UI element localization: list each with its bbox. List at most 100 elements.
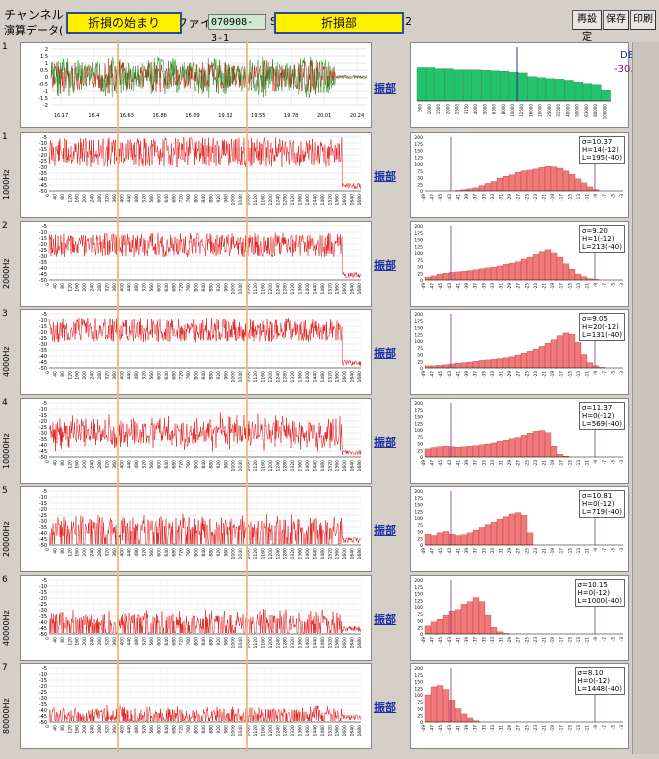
x-tick-label: 1040 (238, 637, 244, 649)
x-tick-label: 1640 (350, 283, 356, 295)
band-link[interactable]: 振部 (374, 522, 396, 538)
hist-x-tick-label: -17 (559, 371, 564, 378)
x-tick-label: 320 (104, 725, 110, 734)
hist-x-tick-label: -35 (481, 283, 486, 290)
x-tick-label: 960 (223, 194, 229, 203)
x-tick-label: 760 (186, 548, 192, 557)
histogram-bar (448, 363, 456, 369)
x-tick-label: 1640 (350, 371, 356, 383)
spectrum-bar (490, 70, 500, 102)
x-tick-label: 720 (179, 194, 185, 203)
hist-x-tick-label: -47 (430, 371, 435, 378)
band-link[interactable]: 振部 (374, 611, 396, 627)
band-number: 2 (2, 221, 18, 233)
resetup-button[interactable]: 再設定 (572, 10, 602, 43)
x-tick-label: 1400 (305, 637, 311, 649)
x-tick-label: 1680 (357, 548, 363, 560)
x-tick-label: 880 (208, 548, 214, 557)
band-frequency-label: 80000Hz (2, 698, 11, 734)
hist-x-tick-label: -3 (619, 283, 624, 288)
x-tick-label: 1040 (238, 194, 244, 206)
x-tick-label: 200 (82, 637, 88, 646)
x-tick-label: 1440 (312, 725, 318, 737)
hist-x-tick-label: -39 (464, 371, 469, 378)
band-stats-box: σ=10.81 H=0(-12) L=719(-40) (578, 490, 625, 518)
print-button[interactable]: 印刷 (630, 10, 656, 30)
x-tick-label: 280 (97, 548, 103, 557)
band-link[interactable]: 振部 (374, 699, 396, 715)
file-name-field[interactable]: 070908-3-1 (208, 14, 266, 44)
histogram-bar (424, 277, 432, 281)
hist-x-tick-label: -43 (447, 637, 452, 644)
x-tick-label: 1280 (283, 194, 289, 206)
hist-x-tick-label: -47 (430, 548, 435, 555)
hist-y-tick-label: 150 (414, 503, 423, 509)
hist-x-tick-label: -25 (524, 637, 529, 644)
histogram-bar (544, 249, 552, 281)
x-tick-label: 920 (216, 725, 222, 734)
x-tick-label: 320 (104, 637, 110, 646)
x-tick-label: 1160 (260, 460, 266, 472)
spectrum-bar (444, 68, 454, 102)
band-link[interactable]: 振部 (374, 434, 396, 450)
hist-y-tick-label: 75 (417, 523, 423, 529)
histogram-bar (556, 256, 564, 281)
band-link[interactable]: 振部 (374, 345, 396, 361)
hist-y-tick-label: 100 (414, 251, 423, 257)
hist-x-tick-label: -33 (490, 548, 495, 555)
x-tick-label: 1200 (268, 371, 274, 383)
histogram-bar (574, 178, 582, 192)
x-tick-label: 240 (90, 725, 96, 734)
calc-data-suffix: タ( (48, 24, 64, 37)
x-tick-label: 1680 (357, 637, 363, 649)
spectrum-bar (481, 70, 491, 102)
x-tick-label: 840 (201, 548, 207, 557)
x-tick-label: 1160 (260, 548, 266, 560)
histogram-bar (466, 361, 474, 369)
band-row: 6 40000Hz -5 -10 -15 -20 -25 -30 -35 -40 -45 -50 0… (0, 573, 659, 661)
x-tick-label: 840 (201, 637, 207, 646)
x-tick-label: 1240 (275, 194, 281, 206)
stat-sigma: σ=11.37 (581, 404, 613, 412)
histogram-bar (502, 264, 510, 281)
x-tick-label: 1040 (238, 460, 244, 472)
band-link[interactable]: 振部 (374, 257, 396, 273)
hist-y-tick-label: 50 (417, 707, 423, 713)
hist-x-tick-label: -9 (593, 548, 598, 553)
hist-x-tick-label: -7 (602, 548, 607, 553)
x-tick-label: 1680 (357, 194, 363, 206)
hist-x-tick-label: -45 (438, 637, 443, 644)
histogram-bar (454, 535, 462, 546)
spectrum-label: 1500 (436, 104, 441, 115)
spectrum-label: 2500 (455, 104, 460, 115)
spectrum-chart: 500 1000 1500 2000 2500 3150 4000 5000 6300 8000 1… (416, 47, 611, 119)
x-tick-label: 1400 (305, 371, 311, 383)
x-tick-label: 1680 (357, 725, 363, 737)
x-tick-label: 1560 (335, 548, 341, 560)
histogram-bar (472, 187, 480, 192)
histogram-bar (430, 447, 438, 458)
hist-x-tick-label: -25 (524, 460, 529, 467)
x-tick-label: 240 (90, 194, 96, 203)
hist-x-tick-label: -29 (507, 725, 512, 732)
histogram-bar (466, 601, 474, 635)
x-tick-label: 1400 (305, 725, 311, 737)
histogram-bar (436, 365, 444, 369)
x-tick-label: 800 (194, 725, 200, 734)
band-row: 1 1000Hz -5 -10 -15 -20 -25 -30 -35 -40 -45 -50 0 4… (0, 130, 659, 218)
band-frequency-label: 20000Hz (2, 521, 11, 557)
spectrum-label: 500 (418, 104, 423, 112)
band-link[interactable]: 振部 (374, 168, 396, 184)
hist-x-tick-label: -45 (438, 725, 443, 732)
x-tick-label: 400 (119, 194, 125, 203)
hist-x-tick-label: -45 (438, 194, 443, 201)
overview-link[interactable]: 振部 (374, 80, 396, 96)
vertical-scrollbar[interactable] (632, 42, 659, 754)
save-button[interactable]: 保存 (603, 10, 629, 30)
hist-x-tick-label: -29 (507, 283, 512, 290)
x-tick-label: 720 (179, 283, 185, 292)
band-frequency-label: 4000Hz (2, 346, 11, 378)
x-tick-label: 1040 (238, 371, 244, 383)
histogram-bar (520, 435, 528, 458)
x-tick-label: 680 (171, 371, 177, 380)
